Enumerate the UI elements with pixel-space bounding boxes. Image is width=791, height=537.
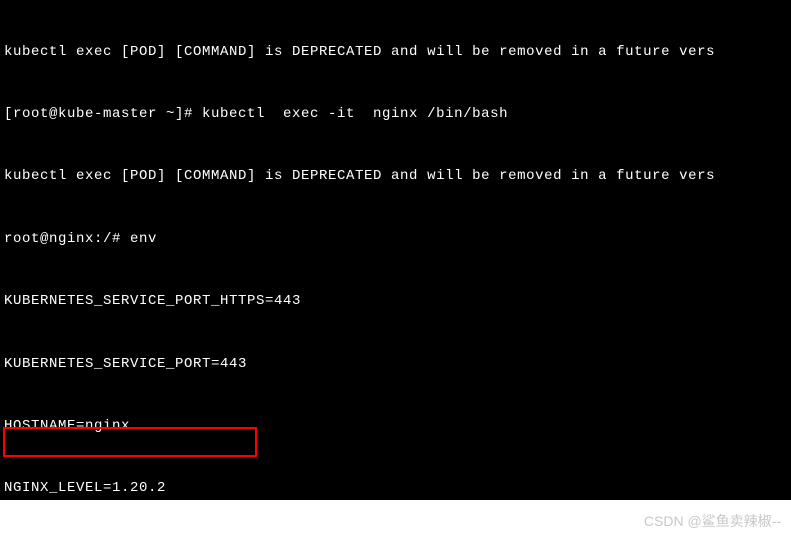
terminal-line: [root@kube-master ~]# kubectl exec -it n… (4, 104, 787, 125)
terminal-line: kubectl exec [POD] [COMMAND] is DEPRECAT… (4, 42, 787, 63)
terminal-line: kubectl exec [POD] [COMMAND] is DEPRECAT… (4, 166, 787, 187)
terminal-line: KUBERNETES_SERVICE_PORT_HTTPS=443 (4, 291, 787, 312)
terminal-window[interactable]: kubectl exec [POD] [COMMAND] is DEPRECAT… (0, 0, 791, 500)
terminal-line: NGINX_LEVEL=1.20.2 (4, 478, 787, 499)
terminal-line: root@nginx:/# env (4, 229, 787, 250)
watermark-text: CSDN @鲨鱼卖辣椒-- (644, 511, 781, 531)
terminal-line: HOSTNAME=nginx (4, 416, 787, 437)
terminal-line: KUBERNETES_SERVICE_PORT=443 (4, 354, 787, 375)
